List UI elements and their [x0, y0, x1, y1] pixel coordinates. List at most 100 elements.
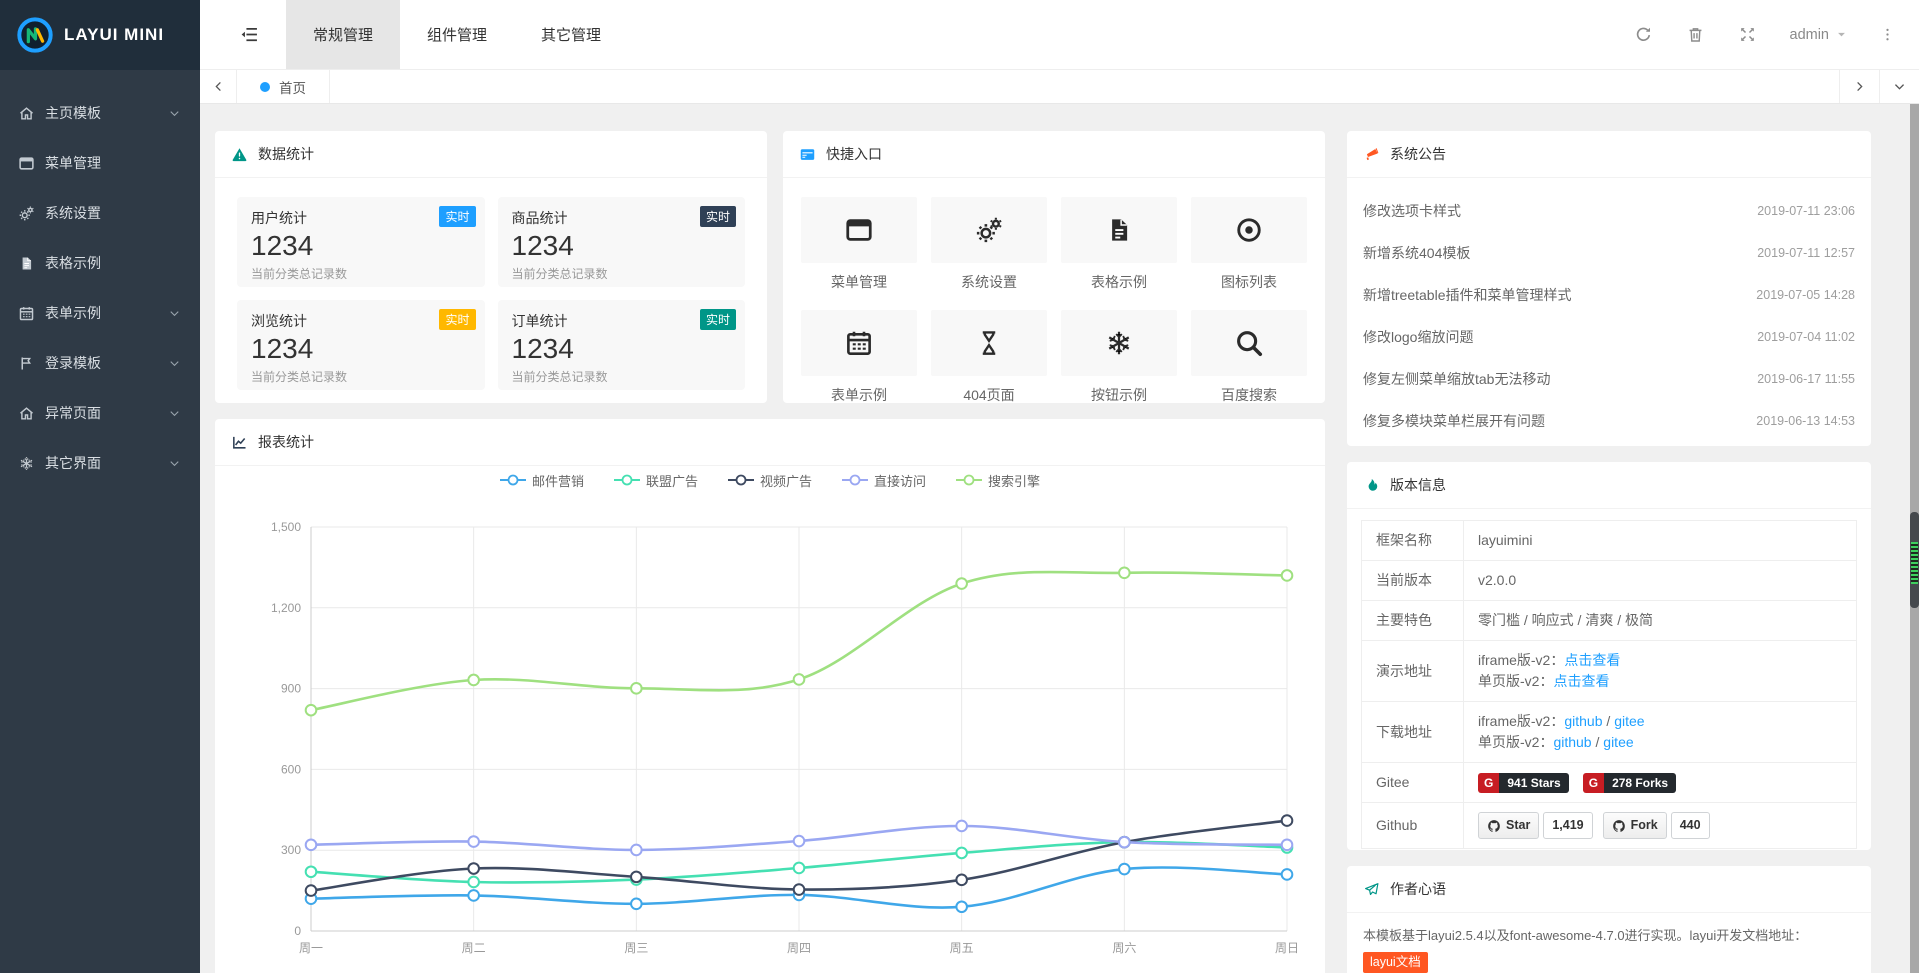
sidebar-item-3[interactable]: 表格示例: [0, 238, 200, 288]
stat-card-2: 浏览统计1234当前分类总记录数实时: [237, 300, 485, 390]
scrollbar-thumb[interactable]: [1910, 512, 1919, 608]
collapse-sidebar-icon[interactable]: [228, 0, 270, 69]
report-chart: 周一周二周三周四周五周六周日03006009001,2001,500: [215, 494, 1325, 973]
stat-card-0: 用户统计1234当前分类总记录数实时: [237, 197, 485, 287]
user-menu[interactable]: admin: [1790, 27, 1848, 43]
quick-entry-label: 404页面: [931, 385, 1047, 404]
top-nav-tabs: 常规管理 组件管理 其它管理: [286, 0, 628, 69]
sidebar-item-1[interactable]: 菜单管理: [0, 138, 200, 188]
stat-desc: 当前分类总记录数: [512, 368, 732, 385]
version-text: iframe版-v2：: [1478, 713, 1564, 729]
top-header: 常规管理 组件管理 其它管理 admin: [200, 0, 1919, 70]
quick-entry-3[interactable]: 图标列表: [1191, 197, 1307, 292]
sidebar-item-0[interactable]: 主页模板: [0, 88, 200, 138]
svg-text:周二: 周二: [462, 941, 486, 955]
quick-entry-label: 系统设置: [931, 272, 1047, 292]
quick-entry-panel: 快捷入口 菜单管理系统设置表格示例图标列表表单示例404页面按钮示例百度搜索: [782, 130, 1326, 404]
file-icon: [18, 255, 35, 272]
sidebar-item-5[interactable]: 登录模板: [0, 338, 200, 388]
quick-entry-2[interactable]: 表格示例: [1061, 197, 1177, 292]
refresh-icon[interactable]: [1634, 25, 1653, 44]
version-text: /: [1603, 713, 1615, 729]
home-icon: [18, 105, 35, 122]
quick-entry-label: 菜单管理: [801, 272, 917, 292]
version-table: 框架名称layuimini当前版本v2.0.0主要特色零门槛 / 响应式 / 清…: [1361, 520, 1857, 849]
home-icon: [18, 405, 35, 422]
tab-home[interactable]: 首页: [236, 70, 330, 103]
gitee-badge[interactable]: G278 Forks: [1583, 773, 1676, 793]
github-badge[interactable]: Star1,419: [1478, 812, 1593, 839]
version-row-4: 下载地址iframe版-v2：github / gitee单页版-v2：gith…: [1362, 702, 1857, 763]
svg-text:周日: 周日: [1275, 941, 1299, 955]
file-icon: [1061, 197, 1177, 263]
stat-value: 1234: [512, 333, 732, 365]
sidebar-item-4[interactable]: 表单示例: [0, 288, 200, 338]
version-link[interactable]: 点击查看: [1553, 673, 1609, 689]
sidebar-item-7[interactable]: 其它界面: [0, 438, 200, 488]
version-value: layuimini: [1478, 532, 1532, 548]
gitee-badge[interactable]: G941 Stars: [1478, 773, 1569, 793]
top-nav-tab-1[interactable]: 组件管理: [400, 0, 514, 69]
legend-item-3[interactable]: 直接访问: [842, 471, 926, 490]
quick-entry-4[interactable]: 表单示例: [801, 310, 917, 404]
top-nav-tab-2[interactable]: 其它管理: [514, 0, 628, 69]
tabs-menu-icon[interactable]: [1879, 70, 1919, 103]
panel-title: 报表统计: [258, 432, 314, 452]
legend-item-0[interactable]: 邮件营销: [500, 471, 584, 490]
sidebar-item-2[interactable]: 系统设置: [0, 188, 200, 238]
window-icon: [801, 197, 917, 263]
sidebar-item-6[interactable]: 异常页面: [0, 388, 200, 438]
tabs-scroll-right-icon[interactable]: [1839, 70, 1879, 103]
fire-icon: [1363, 477, 1380, 494]
fullscreen-icon[interactable]: [1738, 25, 1757, 44]
more-vertical-icon[interactable]: [1880, 25, 1895, 44]
tab-label: 首页: [279, 77, 306, 97]
scrollbar-track[interactable]: [1910, 104, 1919, 973]
version-text: /: [1592, 734, 1604, 750]
version-value: 零门槛 / 响应式 / 清爽 / 极简: [1478, 612, 1653, 628]
stat-card-1: 商品统计1234当前分类总记录数实时: [498, 197, 746, 287]
svg-text:周五: 周五: [950, 941, 974, 955]
legend-marker-icon: [842, 474, 868, 486]
version-link[interactable]: gitee: [1614, 713, 1644, 729]
version-row-label: Gitee: [1362, 763, 1464, 803]
svg-text:900: 900: [281, 682, 301, 696]
hourglass-icon: [931, 310, 1047, 376]
github-badge[interactable]: Fork440: [1603, 812, 1710, 839]
legend-item-2[interactable]: 视频广告: [728, 471, 812, 490]
sidebar-item-label: 系统设置: [45, 203, 101, 223]
card-icon: [799, 146, 816, 163]
version-link[interactable]: github: [1553, 734, 1591, 750]
realtime-badge: 实时: [700, 309, 736, 330]
stat-label: 浏览统计: [251, 311, 471, 331]
version-row-label: 下载地址: [1362, 702, 1464, 763]
quick-entry-5[interactable]: 404页面: [931, 310, 1047, 404]
top-nav-tab-label: 常规管理: [313, 24, 373, 45]
legend-item-1[interactable]: 联盟广告: [614, 471, 698, 490]
version-link[interactable]: 点击查看: [1564, 652, 1620, 668]
top-nav-tab-0[interactable]: 常规管理: [286, 0, 400, 69]
legend-item-4[interactable]: 搜索引擎: [956, 471, 1040, 490]
logo[interactable]: LAYUI MINI: [0, 0, 200, 70]
top-nav-tab-label: 其它管理: [541, 24, 601, 45]
panel-title: 版本信息: [1390, 475, 1446, 495]
page-content: 数据统计 用户统计1234当前分类总记录数实时商品统计1234当前分类总记录数实…: [200, 104, 1919, 973]
quick-entry-6[interactable]: 按钮示例: [1061, 310, 1177, 404]
quick-entry-1[interactable]: 系统设置: [931, 197, 1047, 292]
version-row-3: 演示地址iframe版-v2：点击查看单页版-v2：点击查看: [1362, 641, 1857, 702]
announcement-text: 修复左侧菜单缩放tab无法移动: [1363, 369, 1550, 389]
quick-entry-label: 表单示例: [801, 385, 917, 404]
quick-entry-7[interactable]: 百度搜索: [1191, 310, 1307, 404]
version-row-6: GithubStar1,419Fork440: [1362, 803, 1857, 849]
layui-doc-badge[interactable]: layui文档: [1363, 952, 1428, 973]
panel-title: 系统公告: [1390, 144, 1446, 164]
legend-label: 联盟广告: [646, 471, 698, 490]
version-link[interactable]: github: [1564, 713, 1602, 729]
version-link[interactable]: gitee: [1603, 734, 1633, 750]
announcement-text: 修改选项卡样式: [1363, 201, 1461, 221]
quick-entry-0[interactable]: 菜单管理: [801, 197, 917, 292]
quick-entry-label: 按钮示例: [1061, 385, 1177, 404]
version-row-5: Gitee G941 Stars G278 Forks: [1362, 763, 1857, 803]
tabs-scroll-left-icon[interactable]: [200, 70, 236, 103]
trash-icon[interactable]: [1686, 25, 1705, 44]
